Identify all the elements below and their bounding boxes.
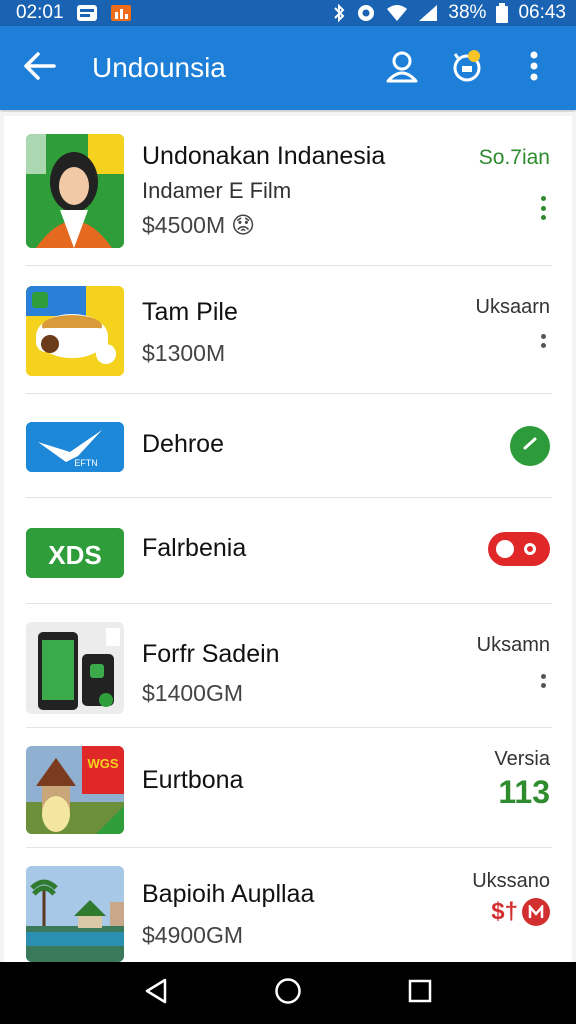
overflow-menu-button[interactable] [512,46,556,90]
status-time: 02:01 [16,2,64,23]
nav-home-button[interactable] [258,968,318,1018]
app-notification-icon [110,4,132,22]
item-subtitle: Indamer E Film [142,178,292,203]
temple-thumbnail: WGS [26,746,124,834]
list-item[interactable]: Undonakan Indanesia Indamer E Film $4500… [26,116,552,266]
back-button[interactable] [0,26,80,110]
toggle-indicator [524,543,536,555]
item-right-label: Uksamn [476,634,550,656]
airline-thumbnail: EFTN [26,422,124,472]
resort-thumbnail [26,866,124,962]
list-item[interactable]: EFTN Dehroe [26,394,552,498]
list-item[interactable]: Bapioih Aupllaa $4900GM Ukssano $† [26,848,552,966]
app-bar: Undounsia [0,26,576,110]
battery-icon [496,3,509,23]
wifi-icon [386,4,408,22]
phones-thumbnail [26,622,124,714]
item-right-value: $† [491,898,518,925]
food-bowl-thumbnail [26,286,124,376]
toggle-knob [496,540,514,558]
item-overflow-button[interactable] [538,674,548,688]
list-item[interactable]: XDS Falrbenia [26,498,552,604]
nav-recents-icon [408,979,432,1008]
xds-logo-thumbnail: XDS [26,528,124,578]
list-item[interactable]: WGS Eurtbona Versia 113 [26,728,552,848]
sync-settings-button[interactable] [446,46,490,90]
nav-home-icon [274,977,302,1010]
item-price: $4900GM [142,922,243,949]
status-bar: 02:01 38% 06:43 [0,0,576,26]
item-price-value: $4500M [142,212,226,238]
thumb-label: WGS [87,756,118,771]
item-toggle[interactable] [488,532,550,566]
nav-back-button[interactable] [126,968,186,1018]
item-name: Eurtbona [142,766,244,794]
overflow-menu-icon [530,51,538,86]
item-price: $1400GM [142,680,243,707]
item-overflow-button[interactable] [538,334,548,348]
status-check-button[interactable] [510,426,550,466]
item-name: Tam Pile [142,298,238,326]
nav-back-icon [143,977,169,1010]
item-name: Forfr Sadein [142,640,280,668]
item-price: $1300M [142,340,225,367]
item-version-value: 113 [498,774,550,810]
navigation-bar [0,962,576,1024]
price-emoji: 😟 [231,212,256,238]
item-price-value: $4900GM [142,922,244,948]
item-price-value: $1400GM [142,680,244,706]
location-icon [356,3,376,23]
nav-recents-button[interactable] [390,968,450,1018]
item-price-badge: $† [491,898,550,926]
app-list: Undonakan Indanesia Indamer E Film $4500… [0,112,576,966]
item-right-label: Uksaarn [475,296,550,318]
page-title: Undounsia [92,52,226,83]
app-list-card: Undonakan Indanesia Indamer E Film $4500… [4,116,572,966]
item-name: Dehroe [142,430,224,458]
item-right-label: Ukssano [472,870,550,892]
item-name: Bapioih Aupllaa [142,880,315,908]
account-button[interactable] [380,46,424,90]
bluetooth-icon [332,3,346,23]
signal-icon [418,4,438,22]
woman-portrait-thumbnail [26,134,124,248]
badge-icon [522,898,550,926]
item-name: Falrbenia [142,534,247,562]
notification-icon [76,4,98,22]
back-arrow-icon [23,51,57,86]
account-icon [385,49,419,88]
settings-sync-icon [448,46,488,91]
thumb-label: XDS [48,540,101,570]
check-icon [521,435,539,458]
item-price: $4500M 😟 [142,212,255,239]
item-right-label: Versia [494,748,550,770]
list-item[interactable]: Forfr Sadein $1400GM Uksamn [26,604,552,728]
item-right-label: So.7ian [478,146,550,169]
thumb-label: EFTN [74,458,98,468]
item-overflow-button[interactable] [538,196,548,220]
battery-percent: 38% [448,2,487,23]
list-item[interactable]: Tam Pile $1300M Uksaarn [26,266,552,394]
status-clock: 06:43 [518,2,566,23]
item-name: Undonakan Indanesia [142,142,386,170]
item-price-value: $1300M [142,340,226,366]
